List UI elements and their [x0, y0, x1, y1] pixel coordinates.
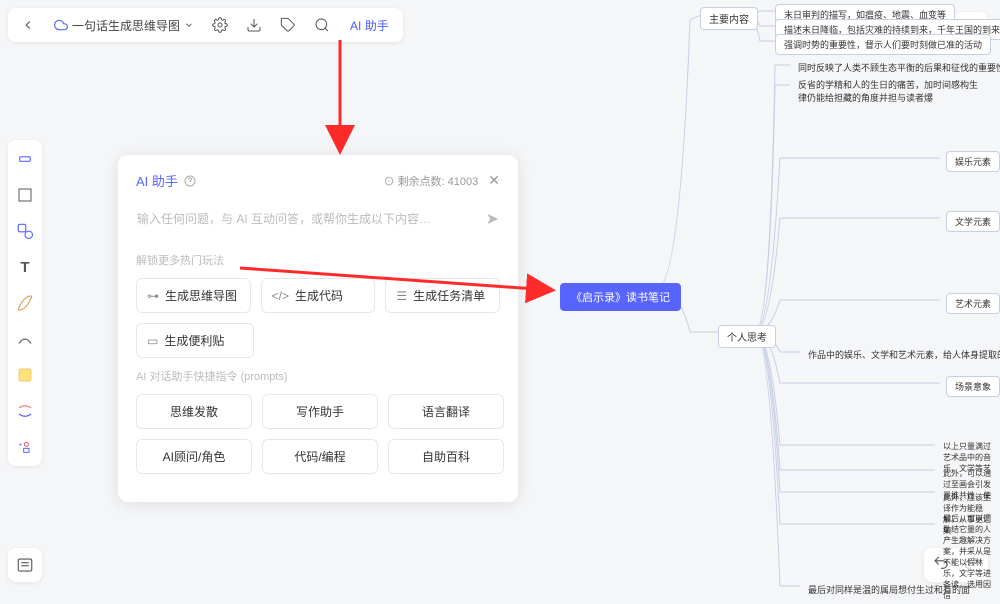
close-button[interactable]: ✕ [488, 172, 500, 189]
prompt-code[interactable]: 代码/编程 [262, 439, 378, 474]
ai-prompt-input[interactable] [137, 212, 486, 226]
tool-add[interactable]: + [14, 436, 36, 458]
tool-shape[interactable] [14, 220, 36, 242]
sticky-icon: ▭ [147, 334, 158, 348]
ai-panel-title: AI 助手 [136, 171, 196, 190]
annotation-arrow-1 [320, 40, 360, 155]
ai-assistant-button[interactable]: AI 助手 [344, 17, 395, 34]
node-side-3[interactable]: 艺术元素 [946, 293, 1000, 314]
prompt-writing[interactable]: 写作助手 [262, 394, 378, 429]
node-side-2[interactable]: 文学元素 [946, 211, 1000, 232]
prompt-role[interactable]: AI顾问/角色 [136, 439, 252, 474]
tool-text[interactable]: T [14, 256, 36, 278]
node-side-1[interactable]: 娱乐元素 [946, 151, 1000, 172]
prompt-diverge[interactable]: 思维发散 [136, 394, 252, 429]
node-a3[interactable]: 强调时势的重要性，督示人们要时刻做已准的活动 [775, 34, 991, 55]
export-button[interactable] [242, 13, 266, 37]
prompts-section-label: AI 对话助手快捷指令 (prompts) [136, 368, 500, 384]
settings-button[interactable] [208, 13, 232, 37]
node-thoughts[interactable]: 个人思考 [718, 325, 776, 348]
node-c6[interactable]: 最后对同样是温的属局想付生过和有的面 [800, 580, 978, 599]
back-button[interactable] [16, 13, 40, 37]
tool-frame[interactable] [14, 184, 36, 206]
outline-button[interactable] [8, 548, 42, 582]
prompt-wiki[interactable]: 自助百科 [388, 439, 504, 474]
node-side-4[interactable]: 场景意象 [946, 376, 1000, 397]
node-c1[interactable]: 作品中的娱乐、文学和艺术元素，给人体身提取的颁感临智 [800, 345, 1000, 364]
credits-label: ⊙ 剩余点数: 41003 [384, 173, 479, 189]
svg-text:+: + [18, 441, 22, 448]
cloud-icon [54, 18, 68, 32]
tool-more[interactable] [14, 400, 36, 422]
chip-mindmap[interactable]: ⊶生成思维导图 [136, 278, 251, 313]
ai-assistant-panel: AI 助手 ⊙ 剩余点数: 41003 ✕ ➤ 解锁更多热门玩法 ⊶生成思维导图… [118, 155, 518, 502]
title-text: 一句话生成思维导图 [72, 17, 180, 34]
tool-sticky[interactable] [14, 364, 36, 386]
tag-button[interactable] [276, 13, 300, 37]
node-main-content[interactable]: 主要内容 [700, 7, 758, 30]
tool-node[interactable] [14, 148, 36, 170]
tool-connector[interactable] [14, 328, 36, 350]
tool-pen[interactable] [14, 292, 36, 314]
search-button[interactable] [310, 13, 334, 37]
chevron-down-icon [184, 20, 194, 30]
send-button[interactable]: ➤ [486, 209, 499, 229]
prompt-translate[interactable]: 语言翻译 [388, 394, 504, 429]
mindmap-icon: ⊶ [147, 289, 159, 303]
annotation-arrow-2 [240, 258, 560, 303]
node-b2[interactable]: 反省的学精和人的生日的痛苦，加时间感构生律仍能给担藏的角度并担与读者爆 [790, 75, 990, 107]
help-icon[interactable] [184, 175, 196, 187]
document-title[interactable]: 一句话生成思维导图 [50, 17, 198, 34]
chip-sticky[interactable]: ▭生成便利贴 [136, 323, 254, 358]
mindmap-root[interactable]: 《启示录》读书笔记 [560, 283, 681, 311]
